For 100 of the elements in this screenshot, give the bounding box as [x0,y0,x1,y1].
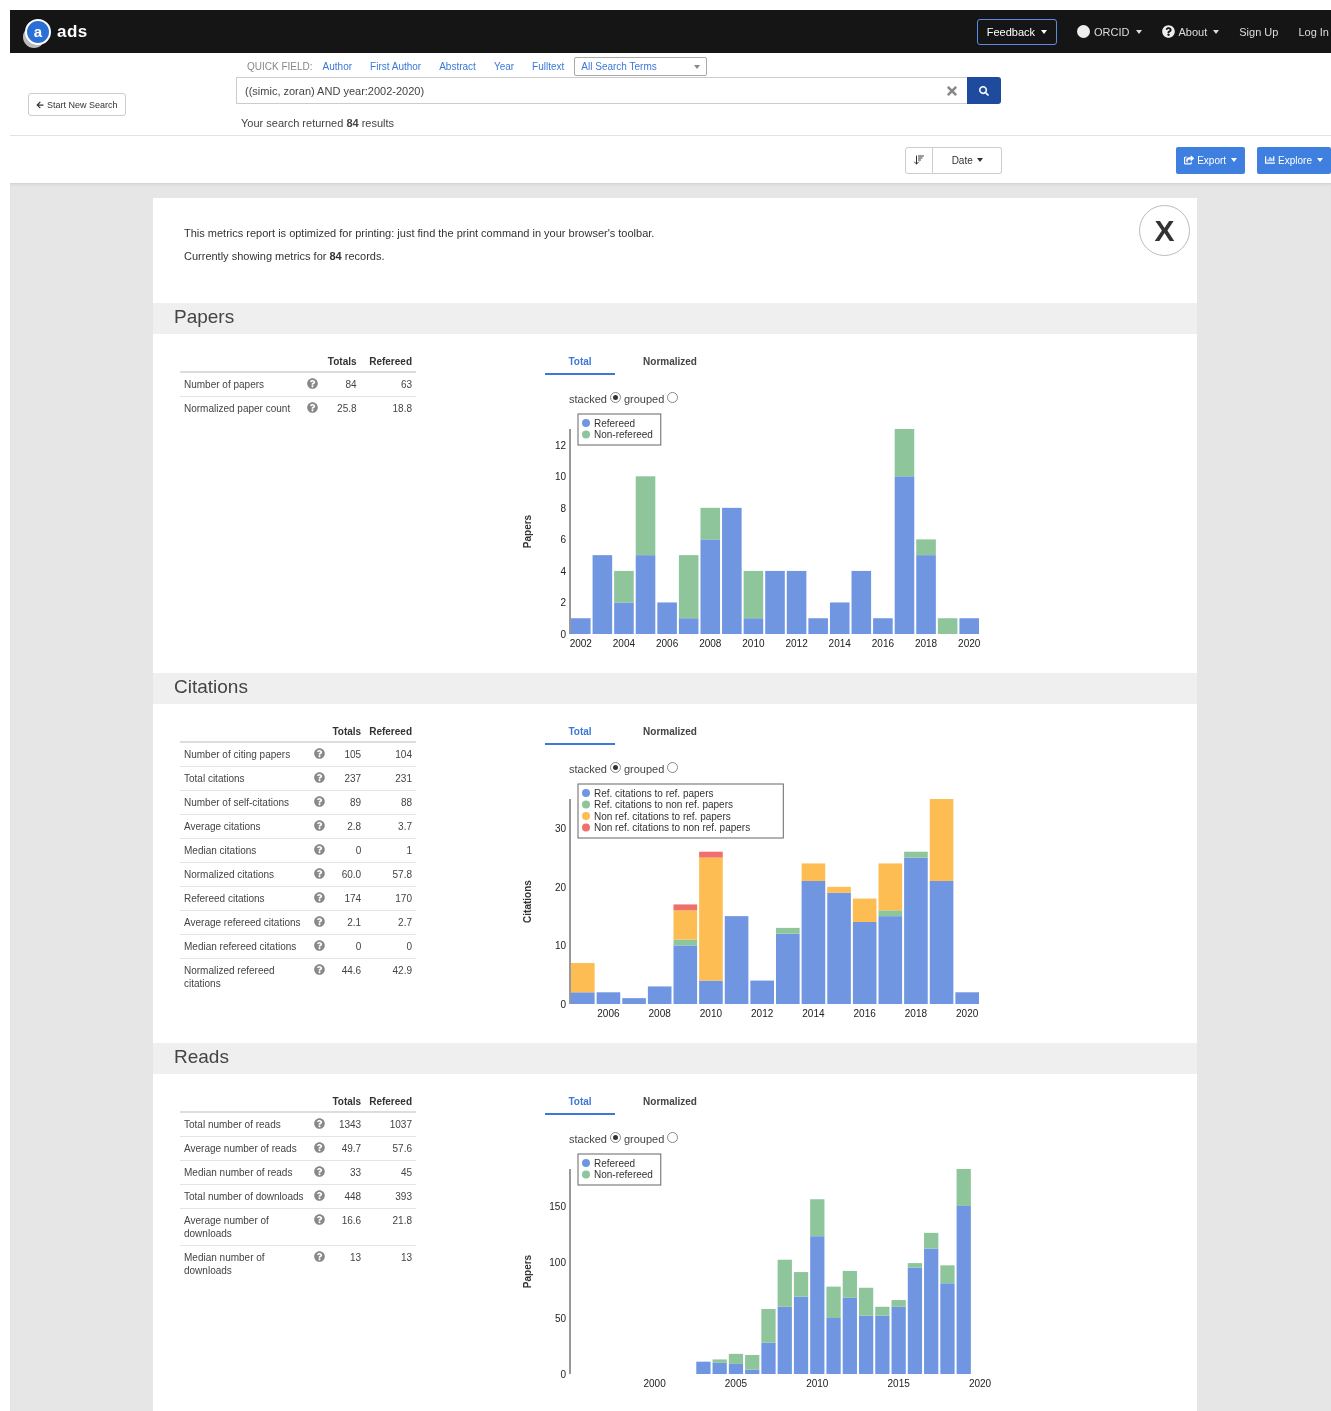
caret-icon [976,158,983,162]
help-icon[interactable] [314,892,326,903]
radio-label: grouped [623,763,665,775]
table-cell: 25.8 [320,396,361,420]
help-icon[interactable] [314,1166,326,1177]
sort-button[interactable]: Date [933,146,1003,174]
column-header: Totals [328,724,366,742]
section-heading: Reads [153,1043,1197,1074]
table-cell: 57.6 [365,1136,416,1161]
table-cell: 2.8 [328,814,366,839]
axis-label: 150 [549,1200,566,1212]
table-cell: 1343 [328,1112,366,1137]
table-cell: 448 [328,1184,366,1209]
axis-label: 2002 [569,638,592,649]
nav-link[interactable]: ORCID [1077,25,1142,38]
search-field[interactable]: ((simic, zoran) AND year:2002-2020) [236,77,967,104]
quick-field-link[interactable]: Fulltext [532,61,565,72]
caret-icon [694,64,701,69]
table-cell: 0 [365,934,416,959]
axis-label: 2005 [724,1378,748,1389]
section-heading: Citations [153,673,1197,704]
help-icon[interactable] [314,1142,326,1153]
table-cell: Average number of reads [180,1136,313,1161]
table-cell: Number of self-citations [180,790,313,815]
help-icon[interactable] [314,844,326,855]
axis-label: 50 [554,1313,566,1324]
help-icon[interactable] [314,796,326,807]
nav-link[interactable]: Log In [1298,25,1329,38]
help-icon[interactable] [314,1214,326,1225]
axis-label: 0 [560,629,566,640]
help-icon[interactable] [314,1118,326,1129]
logo-text[interactable]: ads [57,21,88,42]
axis-label: 10 [554,940,566,952]
nav-link[interactable]: Sign Up [1239,25,1279,38]
explore-button[interactable]: Explore [1257,146,1331,174]
table-cell: Median citations [180,838,313,863]
help-icon[interactable] [314,748,326,759]
search-button[interactable] [967,77,1001,104]
sort-direction-button[interactable] [905,146,934,174]
nav-link[interactable]: Feedback [976,18,1058,45]
help-icon[interactable] [314,964,326,975]
table-cell: 231 [365,766,416,791]
axis-label: 6 [560,534,566,546]
legend-label: Non ref. citations to ref. papers [594,810,731,822]
quick-field-link[interactable]: Abstract [439,61,476,72]
table-cell: 1037 [365,1112,416,1137]
axis-label: 2010 [699,1008,723,1019]
help-icon[interactable] [314,868,326,879]
axis-label: 2 [560,597,566,609]
chart-tab[interactable]: Normalized [635,1094,705,1115]
chart-tab[interactable]: Total [545,354,615,375]
table-cell: 0 [328,934,366,959]
table-cell: 42.9 [365,958,416,995]
axis-label: 2016 [853,1008,876,1019]
quick-field-link[interactable]: Author [322,61,353,72]
logo-mark[interactable]: a [25,18,51,45]
axis-label: 2006 [597,1008,620,1019]
result-count: Your search returned 84 results [241,117,396,129]
chart-tab[interactable]: Total [545,1094,615,1115]
axis-label: 2020 [956,1008,979,1019]
help-icon[interactable] [314,940,326,951]
legend-label: Ref. citations to ref. papers [594,787,714,799]
table-cell: 170 [365,886,416,911]
chart-tab[interactable]: Total [545,724,615,745]
axis-label: 2008 [699,638,722,649]
chart-tab[interactable]: Normalized [635,354,705,375]
table-cell: Median refereed citations [180,934,313,959]
quick-field-label: QUICK FIELD: [247,61,313,72]
axis-label: 2014 [828,638,851,649]
quick-field-link[interactable]: Year [493,61,515,72]
table-cell: 13 [365,1245,416,1282]
legend-label: Refereed [594,417,636,429]
table-cell: Number of citing papers [180,742,313,767]
legend-label: Non-refereed [594,1169,653,1180]
table-cell: 104 [365,742,416,767]
chart-tab[interactable]: Normalized [635,724,705,745]
axis-label: 0 [560,1369,566,1380]
search-terms-select[interactable]: All Search Terms [574,57,708,76]
quick-field-link[interactable]: First Author [370,61,422,72]
start-new-search-button[interactable]: Start New Search [28,93,126,116]
column-header: Refereed [360,354,416,372]
radio-label: stacked [569,1133,607,1145]
help-icon[interactable] [314,772,326,783]
help-icon[interactable] [314,916,326,927]
help-icon[interactable] [314,1190,326,1201]
help-icon [1161,25,1175,38]
close-button[interactable]: X [1139,205,1190,256]
help-icon[interactable] [306,402,318,413]
axis-label: 2012 [785,638,808,649]
axis-label: 2000 [643,1378,666,1389]
help-icon[interactable] [314,1251,326,1262]
table-cell: 60.0 [328,862,366,887]
nav-link[interactable]: About [1161,25,1220,38]
export-button[interactable]: Export [1176,146,1246,174]
help-icon[interactable] [314,820,326,831]
clear-icon[interactable] [945,83,959,98]
help-icon[interactable] [306,378,318,389]
table-cell: 21.8 [365,1208,416,1246]
bar-chart-icon [1265,155,1276,165]
axis-label: 2014 [802,1008,825,1019]
